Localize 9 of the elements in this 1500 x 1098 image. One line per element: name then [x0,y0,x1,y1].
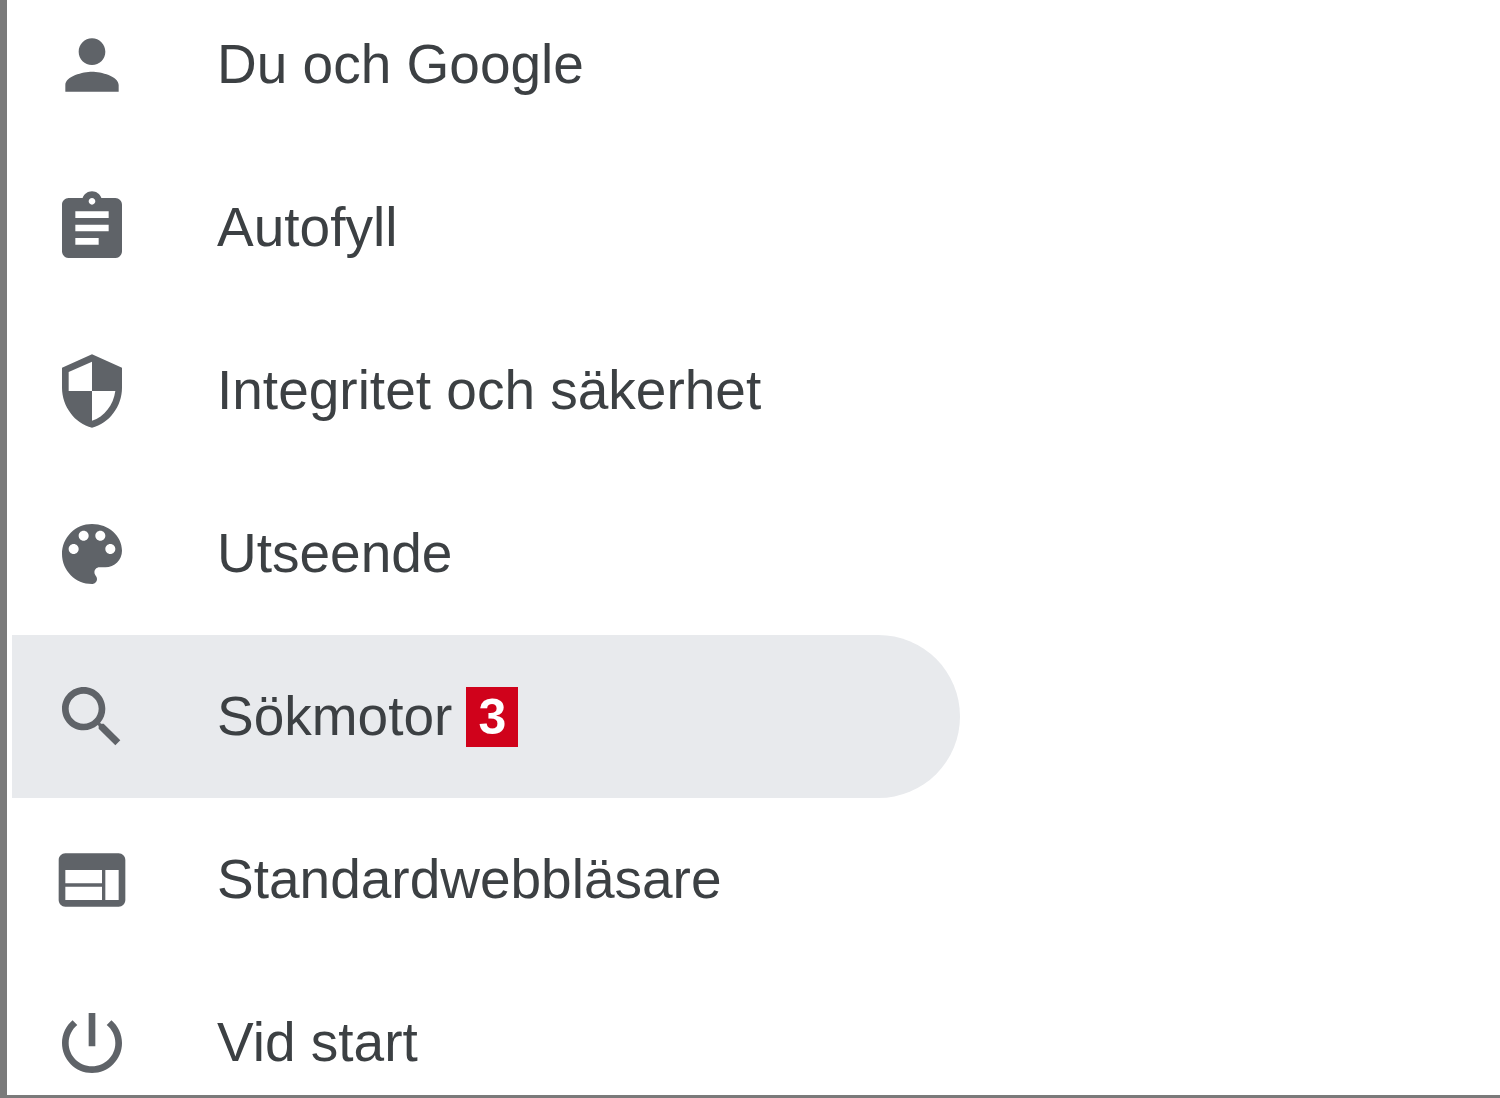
menu-label: Autofyll [217,195,398,261]
menu-label: Utseende [217,521,453,587]
menu-label: Integritet och säkerhet [217,358,762,424]
count-badge: 3 [466,686,519,747]
menu-label: Vid start [217,1010,418,1076]
menu-label: Standardwebbläsare [217,847,722,913]
menu-item[interactable]: Sökmotor 3 [12,635,960,798]
menu-label: Du och Google [217,32,584,98]
menu-label: Sökmotor [217,684,453,750]
